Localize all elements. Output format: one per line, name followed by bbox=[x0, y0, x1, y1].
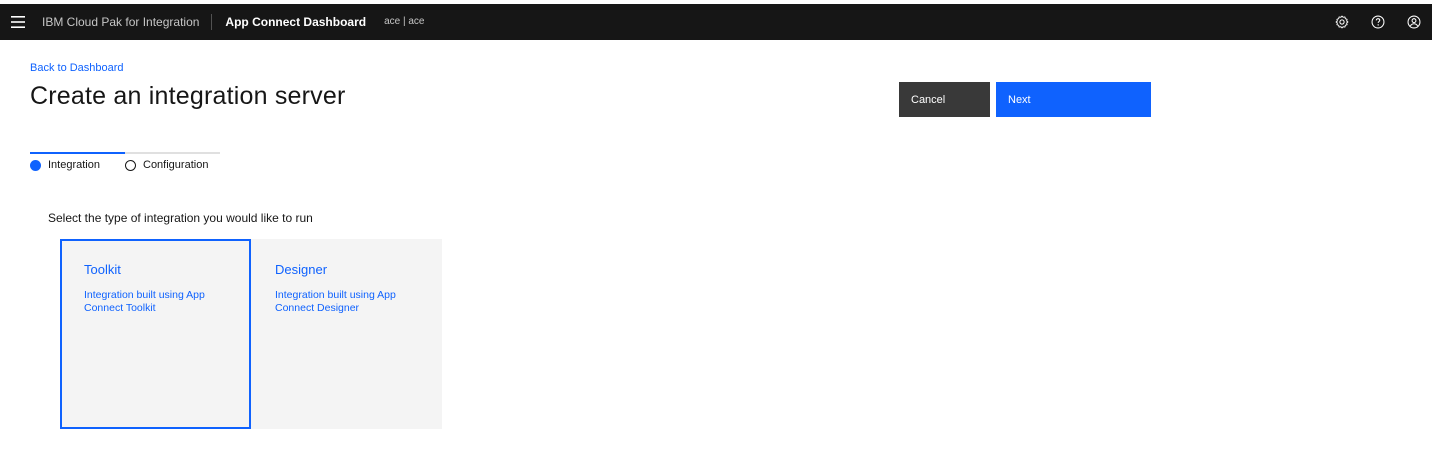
help-icon[interactable] bbox=[1360, 4, 1396, 40]
app-name[interactable]: App Connect Dashboard bbox=[212, 4, 378, 40]
step-progress-bar bbox=[125, 152, 220, 154]
tile-description: Integration built using App Connect Tool… bbox=[84, 289, 205, 314]
step-progress-bar bbox=[30, 152, 125, 154]
toolkit-tile[interactable]: Toolkit Integration built using App Conn… bbox=[60, 239, 251, 429]
tile-description: Integration built using App Connect Desi… bbox=[275, 289, 396, 314]
integration-type-tiles: Toolkit Integration built using App Conn… bbox=[60, 239, 442, 429]
user-avatar-icon[interactable] bbox=[1396, 4, 1432, 40]
settings-icon[interactable] bbox=[1324, 4, 1360, 40]
step-configuration[interactable]: Configuration bbox=[125, 152, 220, 171]
top-header-bar: IBM Cloud Pak for Integration App Connec… bbox=[0, 4, 1432, 40]
page-title: Create an integration server bbox=[30, 82, 346, 110]
integration-type-prompt: Select the type of integration you would… bbox=[48, 211, 313, 225]
brand-name[interactable]: IBM Cloud Pak for Integration bbox=[36, 4, 211, 40]
step-label: Integration bbox=[48, 159, 100, 171]
hamburger-menu-icon[interactable] bbox=[0, 4, 36, 40]
step-label: Configuration bbox=[143, 159, 209, 171]
tile-title: Designer bbox=[275, 262, 328, 277]
current-step-icon bbox=[30, 159, 41, 171]
namespace-label: ace | ace bbox=[384, 16, 425, 27]
tile-title: Toolkit bbox=[84, 262, 121, 277]
designer-tile[interactable]: Designer Integration built using App Con… bbox=[251, 239, 442, 429]
step-integration[interactable]: Integration bbox=[30, 152, 125, 171]
progress-indicator: Integration Configuration bbox=[30, 152, 220, 171]
cancel-button[interactable]: Cancel bbox=[899, 82, 990, 117]
next-button[interactable]: Next bbox=[996, 82, 1151, 117]
header-actions bbox=[1324, 4, 1432, 40]
incomplete-step-icon bbox=[125, 159, 136, 171]
back-to-dashboard-link[interactable]: Back to Dashboard bbox=[30, 62, 124, 74]
